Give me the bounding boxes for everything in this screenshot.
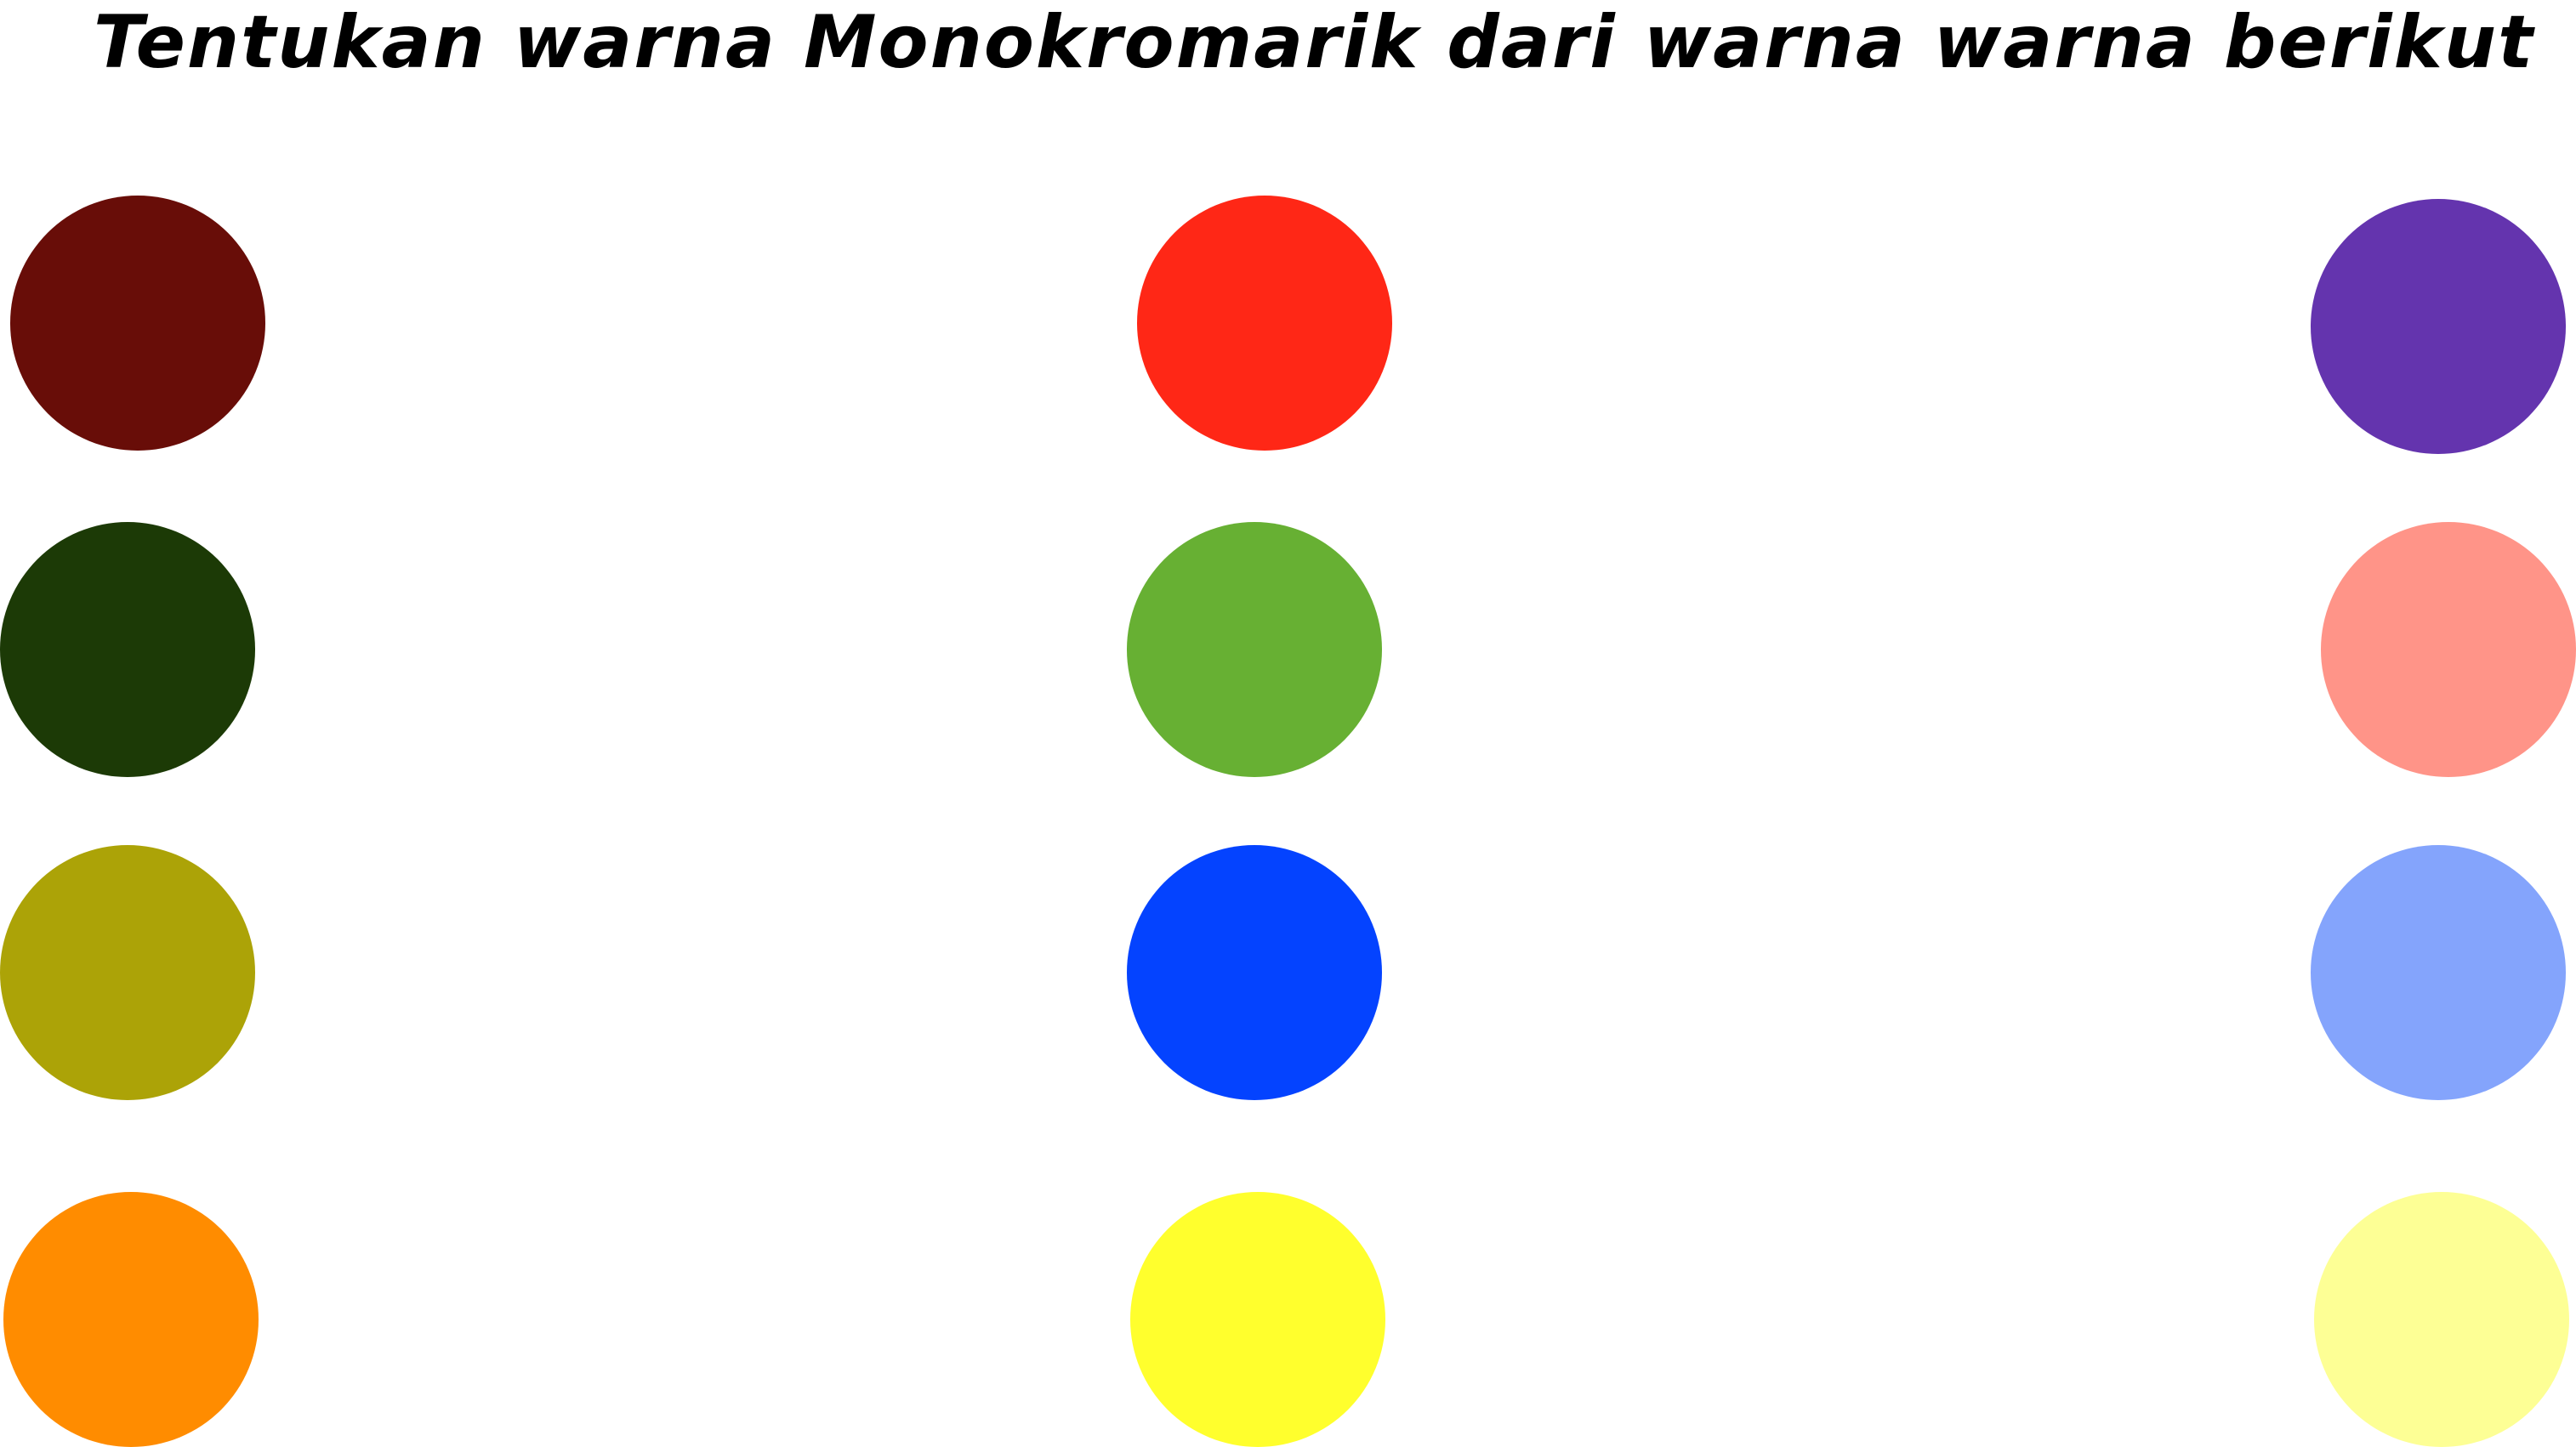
color-swatch [10, 196, 265, 451]
color-swatch [2314, 1192, 2569, 1447]
color-swatch [3, 1192, 259, 1447]
color-swatch [0, 522, 255, 777]
color-swatch [2311, 199, 2566, 454]
color-swatch [1127, 522, 1382, 777]
color-swatch [2311, 845, 2566, 1100]
color-swatch [1137, 196, 1392, 451]
color-swatch [2321, 522, 2576, 777]
page-title: Tentukan warna Monokromarik dari warna w… [94, 0, 2535, 85]
color-swatch [1130, 1192, 1385, 1447]
color-swatch [0, 845, 255, 1100]
color-swatch [1127, 845, 1382, 1100]
